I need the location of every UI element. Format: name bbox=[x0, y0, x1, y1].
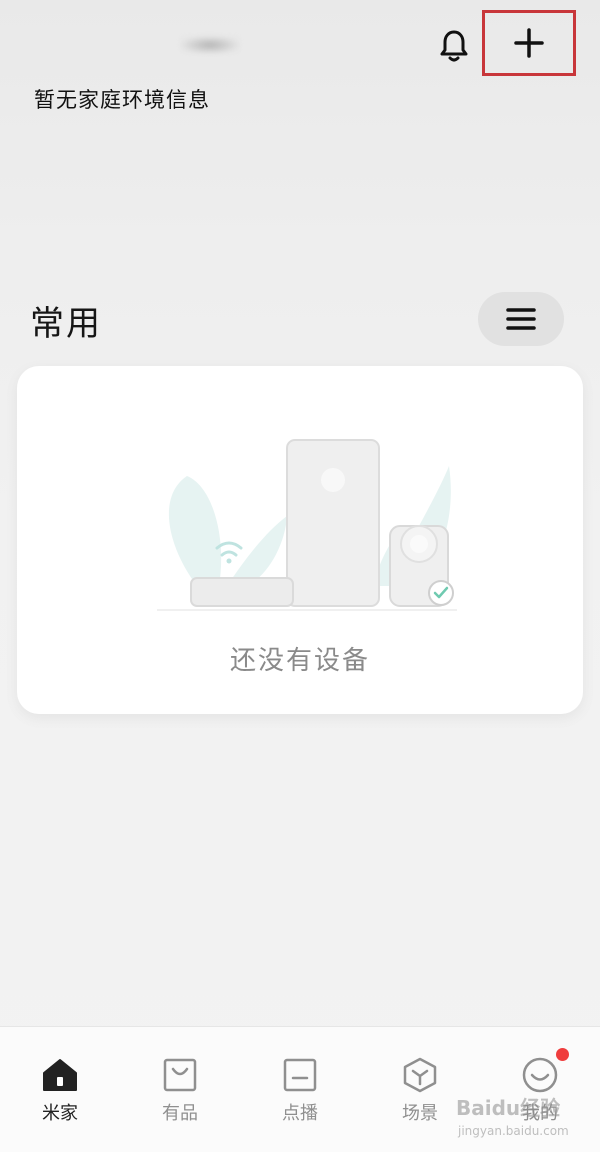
favorites-title: 常用 bbox=[30, 304, 102, 344]
empty-state-text: 还没有设备 bbox=[229, 646, 370, 676]
tab-mijia[interactable]: 米家 bbox=[20, 1055, 100, 1125]
notification-dot bbox=[556, 1048, 569, 1061]
tab-label: 有品 bbox=[162, 1103, 198, 1124]
favorites-menu-button[interactable] bbox=[478, 292, 564, 346]
home-environment-info: 暂无家庭环境信息 bbox=[34, 88, 210, 112]
tab-label: 场景 bbox=[402, 1103, 438, 1124]
watermark: Baidu经验 bbox=[456, 1096, 561, 1120]
video-icon bbox=[283, 1058, 317, 1092]
home-icon bbox=[43, 1059, 77, 1091]
devices-illustration bbox=[157, 439, 457, 611]
watermark-url: jingyan.baidu.com bbox=[458, 1124, 569, 1138]
home-name-blurred[interactable] bbox=[180, 36, 240, 54]
shopping-bag-icon bbox=[163, 1058, 197, 1092]
cube-icon bbox=[403, 1057, 437, 1093]
top-bar: 暂无家庭环境信息 bbox=[0, 0, 600, 140]
notification-button[interactable] bbox=[436, 26, 472, 66]
tab-dianbo[interactable]: 点播 bbox=[260, 1055, 340, 1125]
smiley-icon bbox=[522, 1057, 558, 1093]
tab-label: 米家 bbox=[42, 1103, 78, 1124]
plus-icon bbox=[514, 28, 544, 58]
tab-scenes[interactable]: 场景 bbox=[380, 1055, 460, 1125]
bell-icon bbox=[440, 30, 468, 62]
add-device-button[interactable] bbox=[482, 10, 576, 76]
tab-label: 点播 bbox=[282, 1103, 318, 1124]
hamburger-menu-icon bbox=[506, 308, 536, 330]
favorites-card: 还没有设备 bbox=[17, 366, 583, 714]
tab-youpin[interactable]: 有品 bbox=[140, 1055, 220, 1125]
